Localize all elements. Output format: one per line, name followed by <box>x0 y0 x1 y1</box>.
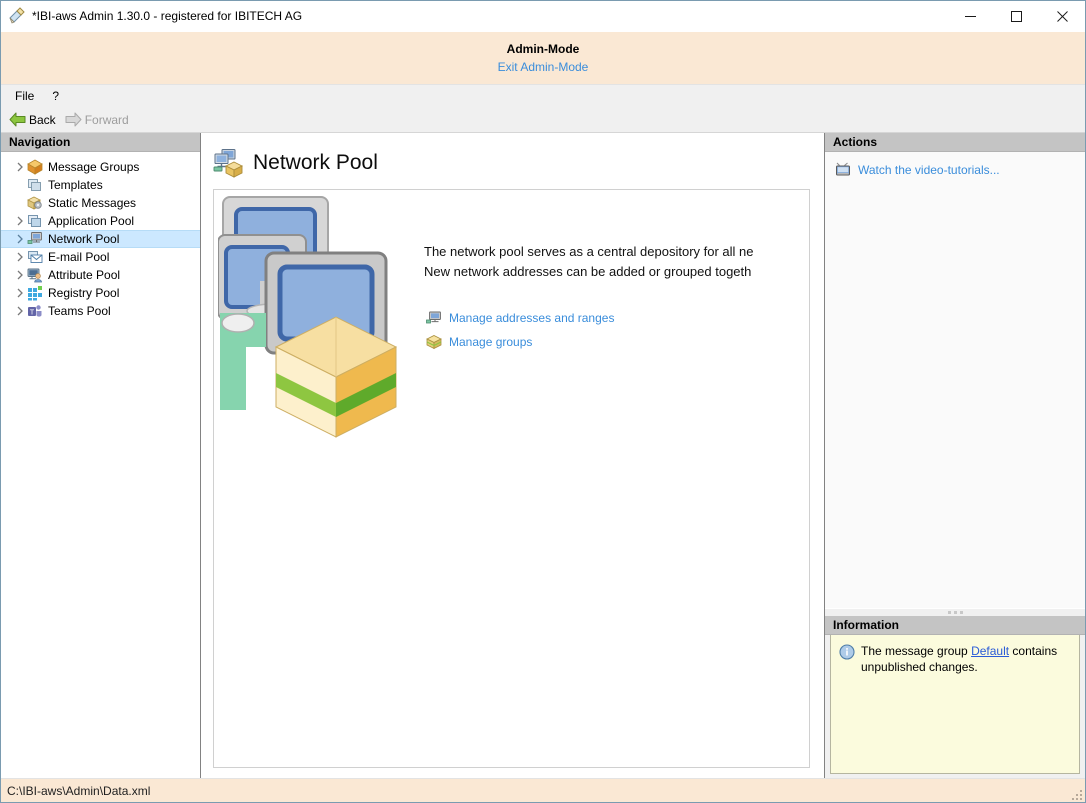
monitor-network-icon <box>426 310 442 326</box>
forward-button[interactable]: Forward <box>63 109 136 130</box>
pane-splitter[interactable] <box>825 609 1085 616</box>
sidebar-item-label: Application Pool <box>48 214 135 228</box>
status-bar: C:\IBI-aws\Admin\Data.xml <box>1 778 1085 802</box>
navigation-toolbar: Back Forward <box>1 107 1085 133</box>
sidebar-item-label: Static Messages <box>48 196 137 210</box>
sidebar-item-message-groups[interactable]: Message Groups <box>1 158 200 176</box>
teams-icon: T <box>27 303 43 319</box>
network-monitors-with-package-illustration <box>217 195 408 440</box>
menu-item-help[interactable]: ? <box>48 87 67 105</box>
chevron-right-icon[interactable] <box>13 162 27 172</box>
package-orange-icon <box>27 159 43 175</box>
sidebar-item-network-pool[interactable]: Network Pool <box>1 230 200 248</box>
svg-text:T: T <box>30 310 35 317</box>
menu-bar: File ? <box>1 85 1085 107</box>
sidebar-item-email-pool[interactable]: E-mail Pool <box>1 248 200 266</box>
admin-mode-banner: Admin-Mode Exit Admin-Mode <box>1 32 1085 85</box>
actions-body: Watch the video-tutorials... <box>825 152 1085 609</box>
sidebar-item-templates[interactable]: Templates <box>1 176 200 194</box>
package-gear-icon <box>27 195 43 211</box>
arrow-left-green-icon <box>9 112 26 127</box>
windows-blue-icon <box>27 213 43 229</box>
windows-stack-icon <box>27 177 43 193</box>
information-text-before: The message group <box>861 644 972 658</box>
minimize-button[interactable] <box>947 1 993 31</box>
registry-grid-icon <box>27 285 43 301</box>
sidebar-item-label: Message Groups <box>48 160 140 174</box>
navigation-header: Navigation <box>1 133 200 152</box>
main-area: Navigation Message Groups Templates Stat… <box>1 133 1085 778</box>
chevron-right-icon[interactable] <box>13 234 27 244</box>
back-label: Back <box>29 112 56 127</box>
admin-mode-title: Admin-Mode <box>506 41 580 56</box>
chevron-right-icon[interactable] <box>13 306 27 316</box>
manage-groups-link[interactable]: Manage groups <box>426 332 614 352</box>
close-button[interactable] <box>1039 1 1085 31</box>
task-link-label: Manage groups <box>449 335 533 349</box>
title-bar: *IBI-aws Admin 1.30.0 - registered for I… <box>1 1 1085 32</box>
page-header: Network Pool <box>213 143 810 183</box>
sidebar-item-registry-pool[interactable]: Registry Pool <box>1 284 200 302</box>
description-line-1: The network pool serves as a central dep… <box>424 244 754 259</box>
resize-grip-icon[interactable] <box>1070 788 1082 800</box>
splitter-grip-icon <box>947 611 963 614</box>
television-icon <box>835 162 851 178</box>
right-pane: Actions Watch the video-tutorials... Inf… <box>825 133 1085 778</box>
manage-addresses-and-ranges-link[interactable]: Manage addresses and ranges <box>426 308 614 328</box>
content-inner: Network Pool The network pool serves as … <box>201 133 824 778</box>
exit-admin-mode-link[interactable]: Exit Admin-Mode <box>498 60 589 75</box>
description-line-2: New network addresses can be added or gr… <box>424 264 752 279</box>
navigation-tree: Message Groups Templates Static Messages… <box>1 152 200 778</box>
page-description: The network pool serves as a central dep… <box>424 242 809 282</box>
chevron-right-icon[interactable] <box>13 252 27 262</box>
menu-item-file[interactable]: File <box>11 87 42 105</box>
information-text: The message group Default contains unpub… <box>861 643 1071 675</box>
network-pool-icon <box>213 148 244 178</box>
information-pane: Information The message group Default co… <box>825 616 1085 778</box>
forward-label: Forward <box>84 112 129 127</box>
information-row: The message group Default contains unpub… <box>839 643 1071 675</box>
content-box: The network pool serves as a central dep… <box>213 189 810 768</box>
back-button[interactable]: Back <box>7 109 63 130</box>
sidebar-item-label: Teams Pool <box>48 304 111 318</box>
envelope-icon <box>27 249 43 265</box>
navigation-pane: Navigation Message Groups Templates Stat… <box>1 133 201 778</box>
sidebar-item-teams-pool[interactable]: T Teams Pool <box>1 302 200 320</box>
sidebar-item-label: Registry Pool <box>48 286 120 300</box>
window-controls <box>947 1 1085 31</box>
chevron-right-icon[interactable] <box>13 288 27 298</box>
sidebar-item-label: E-mail Pool <box>48 250 110 264</box>
window-title: *IBI-aws Admin 1.30.0 - registered for I… <box>32 9 303 23</box>
action-link-label: Watch the video-tutorials... <box>858 163 1000 177</box>
user-monitor-icon <box>27 267 43 283</box>
arrow-right-grey-icon <box>65 112 82 127</box>
package-yellow-icon <box>426 334 442 350</box>
task-link-label: Manage addresses and ranges <box>449 311 615 325</box>
info-circle-icon <box>839 644 855 660</box>
sidebar-item-label: Network Pool <box>48 232 120 246</box>
information-header: Information <box>825 616 1085 635</box>
maximize-button[interactable] <box>993 1 1039 31</box>
chevron-right-icon[interactable] <box>13 270 27 280</box>
monitor-network-icon <box>27 231 43 247</box>
sidebar-item-attribute-pool[interactable]: Attribute Pool <box>1 266 200 284</box>
sidebar-item-application-pool[interactable]: Application Pool <box>1 212 200 230</box>
sidebar-item-label: Templates <box>48 178 103 192</box>
chevron-right-icon[interactable] <box>13 216 27 226</box>
information-body: The message group Default contains unpub… <box>830 635 1080 774</box>
actions-pane: Actions Watch the video-tutorials... <box>825 133 1085 609</box>
pen-document-icon <box>8 7 26 25</box>
task-links: Manage addresses and ranges Manage group… <box>426 308 614 356</box>
sidebar-item-label: Attribute Pool <box>48 268 121 282</box>
page-title: Network Pool <box>253 151 378 174</box>
watch-video-tutorials-link[interactable]: Watch the video-tutorials... <box>825 160 1085 180</box>
actions-header: Actions <box>825 133 1085 152</box>
content-pane: Network Pool The network pool serves as … <box>201 133 825 778</box>
sidebar-item-static-messages[interactable]: Static Messages <box>1 194 200 212</box>
application-window: *IBI-aws Admin 1.30.0 - registered for I… <box>0 0 1086 803</box>
status-file-path: C:\IBI-aws\Admin\Data.xml <box>7 783 151 798</box>
default-message-group-link[interactable]: Default <box>971 644 1009 658</box>
